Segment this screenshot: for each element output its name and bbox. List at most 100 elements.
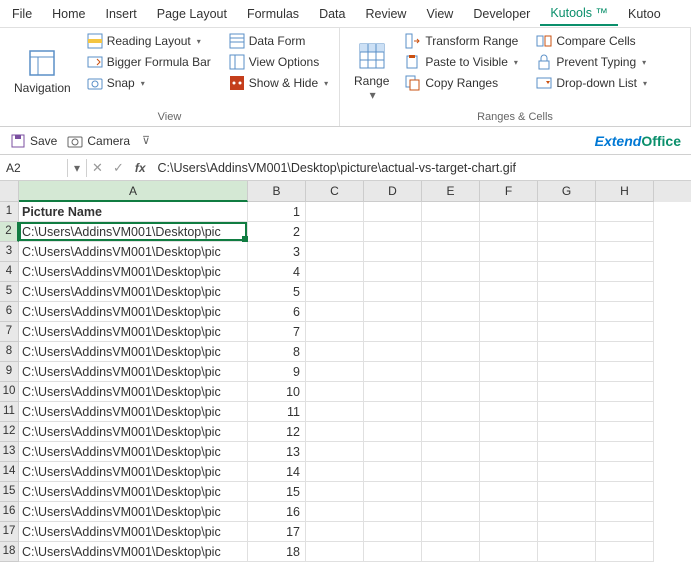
snap-button[interactable]: Snap▾	[83, 74, 215, 92]
cell[interactable]	[422, 402, 480, 422]
cell[interactable]: 17	[248, 522, 306, 542]
cell[interactable]: 2	[248, 222, 306, 242]
cell[interactable]: C:\Users\AddinsVM001\Desktop\pic	[19, 482, 248, 502]
cell[interactable]	[596, 242, 654, 262]
col-header-F[interactable]: F	[480, 181, 538, 202]
cell[interactable]	[364, 282, 422, 302]
cell[interactable]	[480, 322, 538, 342]
menu-data[interactable]: Data	[309, 3, 355, 25]
row-header[interactable]: 4	[0, 262, 19, 282]
cell[interactable]	[306, 242, 364, 262]
cell[interactable]: 4	[248, 262, 306, 282]
cell[interactable]: 11	[248, 402, 306, 422]
menu-formulas[interactable]: Formulas	[237, 3, 309, 25]
cell[interactable]	[538, 342, 596, 362]
menu-kutools[interactable]: Kutools ™	[540, 2, 618, 26]
cell[interactable]: 14	[248, 462, 306, 482]
cell[interactable]: C:\Users\AddinsVM001\Desktop\pic	[19, 502, 248, 522]
navigation-button[interactable]: Navigation	[6, 32, 79, 110]
menu-home[interactable]: Home	[42, 3, 95, 25]
cell[interactable]	[538, 362, 596, 382]
cell[interactable]	[480, 522, 538, 542]
cell[interactable]	[422, 322, 480, 342]
cell[interactable]	[480, 342, 538, 362]
row-header[interactable]: 18	[0, 542, 19, 562]
cell[interactable]	[364, 462, 422, 482]
cell[interactable]	[538, 542, 596, 562]
cell[interactable]	[364, 482, 422, 502]
cell[interactable]	[480, 262, 538, 282]
cell[interactable]	[422, 522, 480, 542]
cell[interactable]	[306, 342, 364, 362]
cell[interactable]	[422, 302, 480, 322]
cell[interactable]	[538, 482, 596, 502]
prevent-typing-button[interactable]: Prevent Typing▾	[532, 53, 651, 71]
cell[interactable]	[538, 262, 596, 282]
cell[interactable]	[306, 362, 364, 382]
cell[interactable]	[306, 542, 364, 562]
cell[interactable]	[538, 242, 596, 262]
cell[interactable]: C:\Users\AddinsVM001\Desktop\pic	[19, 362, 248, 382]
cell[interactable]	[364, 542, 422, 562]
show-hide-button[interactable]: Show & Hide▾	[225, 74, 332, 92]
cell[interactable]: 8	[248, 342, 306, 362]
cell[interactable]	[306, 322, 364, 342]
cell[interactable]	[596, 322, 654, 342]
cell[interactable]: C:\Users\AddinsVM001\Desktop\pic	[19, 302, 248, 322]
cell[interactable]	[364, 362, 422, 382]
cell[interactable]: 6	[248, 302, 306, 322]
row-header[interactable]: 2	[0, 222, 19, 242]
spreadsheet-grid[interactable]: ABCDEFGH 1Picture Name12C:\Users\AddinsV…	[0, 181, 691, 562]
row-header[interactable]: 17	[0, 522, 19, 542]
cell[interactable]	[306, 202, 364, 222]
row-header[interactable]: 16	[0, 502, 19, 522]
fx-button[interactable]: fx	[129, 161, 152, 175]
cell[interactable]	[596, 362, 654, 382]
cell[interactable]	[422, 502, 480, 522]
cell[interactable]	[306, 482, 364, 502]
formula-content[interactable]: C:\Users\AddinsVM001\Desktop\picture\act…	[152, 159, 691, 177]
compare-cells-button[interactable]: Compare Cells	[532, 32, 651, 50]
row-header[interactable]: 12	[0, 422, 19, 442]
cell[interactable]: 5	[248, 282, 306, 302]
range-button[interactable]: Range ▾	[346, 32, 397, 110]
cell[interactable]	[306, 382, 364, 402]
col-header-E[interactable]: E	[422, 181, 480, 202]
menu-kutoo[interactable]: Kutoo	[618, 3, 671, 25]
cell[interactable]	[422, 422, 480, 442]
cell[interactable]	[364, 502, 422, 522]
cell[interactable]	[422, 542, 480, 562]
cell[interactable]	[596, 262, 654, 282]
cell[interactable]	[480, 242, 538, 262]
cell[interactable]: 9	[248, 362, 306, 382]
col-header-B[interactable]: B	[248, 181, 306, 202]
row-header[interactable]: 3	[0, 242, 19, 262]
cell[interactable]	[422, 382, 480, 402]
cell[interactable]	[538, 302, 596, 322]
cell[interactable]: C:\Users\AddinsVM001\Desktop\pic	[19, 442, 248, 462]
cell[interactable]	[364, 442, 422, 462]
row-header[interactable]: 9	[0, 362, 19, 382]
cell[interactable]: C:\Users\AddinsVM001\Desktop\pic	[19, 382, 248, 402]
menu-review[interactable]: Review	[355, 3, 416, 25]
cell[interactable]	[364, 382, 422, 402]
col-header-C[interactable]: C	[306, 181, 364, 202]
cell[interactable]: 12	[248, 422, 306, 442]
cell[interactable]: 10	[248, 382, 306, 402]
row-header[interactable]: 15	[0, 482, 19, 502]
cell[interactable]	[364, 222, 422, 242]
cell[interactable]	[596, 542, 654, 562]
cell[interactable]	[364, 342, 422, 362]
cell[interactable]	[538, 402, 596, 422]
cell[interactable]	[480, 282, 538, 302]
cell[interactable]	[364, 402, 422, 422]
cell[interactable]: C:\Users\AddinsVM001\Desktop\pic	[19, 542, 248, 562]
cell[interactable]	[480, 362, 538, 382]
cell[interactable]	[596, 462, 654, 482]
enter-formula-button[interactable]: ✓	[108, 160, 129, 176]
col-header-H[interactable]: H	[596, 181, 654, 202]
cell[interactable]	[306, 282, 364, 302]
cell[interactable]	[596, 502, 654, 522]
cell[interactable]	[306, 222, 364, 242]
row-header[interactable]: 7	[0, 322, 19, 342]
